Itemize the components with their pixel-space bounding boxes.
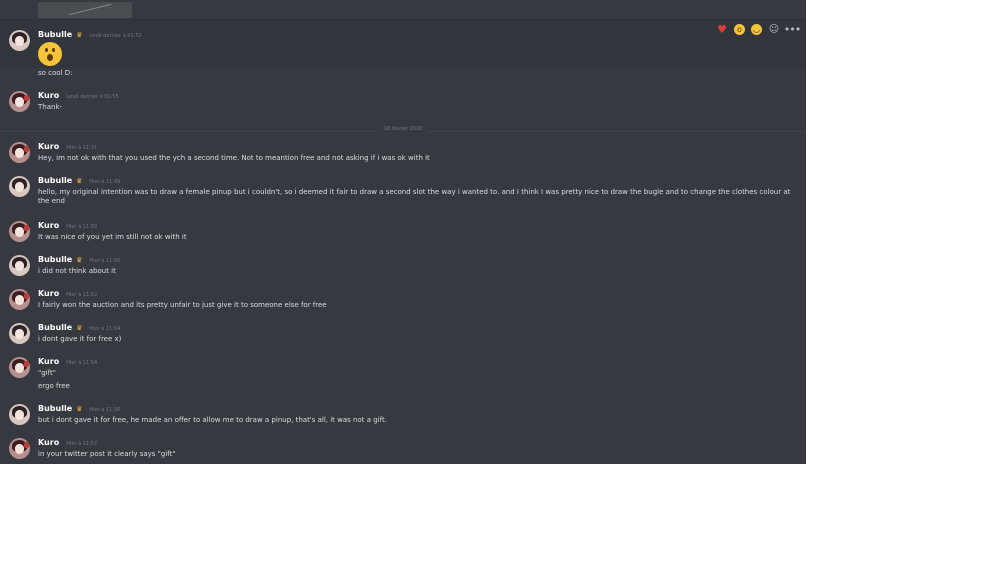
username[interactable]: Kuro [38,142,59,151]
message-text: i did not think about it [38,267,116,275]
message-text: It was nice of you yet im still not ok w… [38,233,187,241]
more-icon[interactable]: ••• [784,23,801,36]
timestamp: Hier à 11:54 [66,360,98,366]
message-text: "gift" [38,369,56,377]
username[interactable]: Kuro [38,357,59,366]
avatar[interactable] [9,255,30,276]
crown-icon: ♛ [76,31,83,39]
timestamp: lundi dernier à 01:55 [66,94,119,100]
crown-icon: ♛ [76,177,83,185]
avatar[interactable] [9,142,30,163]
username[interactable]: Bubulle [38,176,72,185]
message-text: but i dont gave it for free, he made an … [38,416,387,424]
message-actions-bar: ♥ o ◡ ☺ ••• [716,22,801,36]
message-text: so cool D: [38,69,73,77]
avatar[interactable] [9,221,30,242]
image-attachment-preview[interactable] [38,2,132,18]
avatar[interactable] [9,323,30,344]
chat-panel: ♥ o ◡ ☺ ••• Bubulle ♛ lundi dernier à 01… [0,0,806,464]
username[interactable]: Bubulle [38,30,72,39]
crown-icon: ♛ [76,324,83,332]
add-reaction-icon[interactable]: ☺ [768,23,780,35]
message-text: in your twitter post it clearly says "gi… [38,450,176,458]
message-text: i dont gave it for free x) [38,335,122,343]
avatar[interactable] [9,404,30,425]
timestamp: Hier à 11:50 [89,258,121,264]
open-mouth-emoji [38,42,62,66]
timestamp: Hier à 11:50 [66,224,98,230]
avatar[interactable] [9,357,30,378]
avatar[interactable] [9,289,30,310]
message-hover-highlight [0,20,806,68]
username[interactable]: Bubulle [38,404,72,413]
smiley-emoji-icon[interactable]: ◡ [751,23,762,35]
avatar[interactable] [9,91,30,112]
avatar[interactable] [9,438,30,459]
timestamp: Hier à 11:31 [66,145,98,151]
message-text: ergo free [38,382,70,390]
username[interactable]: Kuro [38,221,59,230]
heart-icon[interactable]: ♥ [716,23,728,36]
message-text: Hey, im not ok with that you used the yc… [38,154,430,162]
timestamp: Hier à 11:57 [66,441,98,447]
message-text: I fairly won the auction and its pretty … [38,301,327,309]
crown-icon: ♛ [76,256,83,264]
timestamp: Hier à 11:52 [66,292,98,298]
avatar[interactable] [9,30,30,51]
username[interactable]: Bubulle [38,323,72,332]
crown-icon: ♛ [76,405,83,413]
username[interactable]: Kuro [38,438,59,447]
open-mouth-emoji-icon[interactable]: o [734,23,745,35]
message-text: Thank- [38,103,63,111]
username[interactable]: Kuro [38,91,59,100]
timestamp: lundi dernier à 01:52 [89,33,142,39]
avatar[interactable] [9,176,30,197]
username[interactable]: Kuro [38,289,59,298]
timestamp: Hier à 11:49 [89,179,121,185]
username[interactable]: Bubulle [38,255,72,264]
timestamp: Hier à 11:56 [89,407,121,413]
date-divider: 18 février 2020 [0,126,806,136]
timestamp: Hier à 11:54 [89,326,121,332]
message-text: hello, my original intention was to draw… [38,188,791,205]
